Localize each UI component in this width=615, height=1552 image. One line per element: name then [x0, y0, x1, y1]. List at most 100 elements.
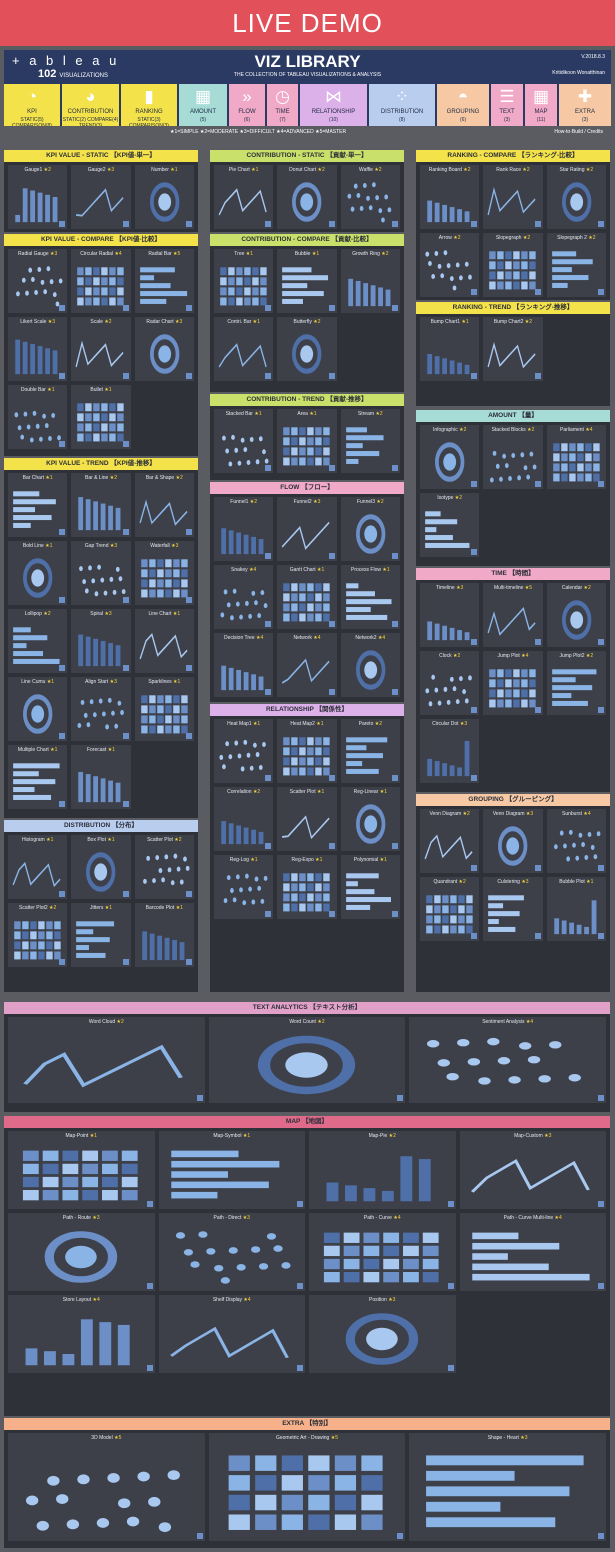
viz-tile[interactable]: Reg-Expo ★1	[277, 855, 337, 919]
viz-tile[interactable]: Jitters ★1	[71, 903, 131, 967]
fullscreen-icon[interactable]	[471, 933, 478, 939]
fullscreen-icon[interactable]	[534, 639, 541, 645]
viz-tile[interactable]: Pareto ★2	[340, 719, 400, 783]
fullscreen-icon[interactable]	[391, 689, 398, 695]
fullscreen-icon[interactable]	[597, 481, 604, 487]
viz-tile[interactable]: Bubble Plot ★1	[546, 877, 606, 941]
fullscreen-icon[interactable]	[328, 221, 335, 227]
fullscreen-icon[interactable]	[328, 911, 335, 917]
fullscreen-icon[interactable]	[471, 481, 478, 487]
viz-tile[interactable]: Stream ★2	[340, 409, 400, 473]
viz-tile[interactable]: Path - Route ★3	[8, 1213, 155, 1291]
viz-tile[interactable]: Word Count ★2	[208, 1017, 406, 1103]
viz-tile[interactable]: Correlation ★2	[214, 787, 274, 851]
viz-tile[interactable]: Bold Line ★1	[8, 541, 68, 605]
fullscreen-icon[interactable]	[391, 621, 398, 627]
category-map[interactable]: ▦ MAP (11)	[525, 84, 557, 126]
viz-tile[interactable]: Star Rating ★2	[546, 165, 606, 229]
fullscreen-icon[interactable]	[122, 891, 129, 897]
viz-tile[interactable]: Radial Gauge ★3	[8, 249, 68, 313]
fullscreen-icon[interactable]	[185, 665, 192, 671]
viz-tile[interactable]: Store Layout ★4	[8, 1295, 155, 1373]
fullscreen-icon[interactable]	[122, 441, 129, 447]
fullscreen-icon[interactable]	[471, 221, 478, 227]
viz-tile[interactable]: Double Bar ★1	[8, 385, 68, 449]
fullscreen-icon[interactable]	[391, 553, 398, 559]
fullscreen-icon[interactable]	[265, 553, 272, 559]
fullscreen-icon[interactable]	[59, 441, 66, 447]
viz-tile[interactable]: Circular Dot ★3	[420, 719, 480, 783]
viz-tile[interactable]: Radar Chart ★3	[134, 317, 194, 381]
fullscreen-icon[interactable]	[59, 373, 66, 379]
fullscreen-icon[interactable]	[328, 843, 335, 849]
fullscreen-icon[interactable]	[122, 597, 129, 603]
fullscreen-icon[interactable]	[265, 373, 272, 379]
fullscreen-icon[interactable]	[265, 305, 272, 311]
viz-tile[interactable]: Line Chart ★1	[134, 609, 194, 673]
fullscreen-icon[interactable]	[397, 1095, 404, 1101]
viz-tile[interactable]: Map-Symbol ★1	[158, 1131, 305, 1209]
viz-tile[interactable]: Scatter Plot2 ★2	[8, 903, 68, 967]
viz-tile[interactable]: Tree ★1	[214, 249, 274, 313]
viz-tile[interactable]: Map-Point ★1	[8, 1131, 155, 1209]
fullscreen-icon[interactable]	[597, 933, 604, 939]
fullscreen-icon[interactable]	[185, 959, 192, 965]
viz-tile[interactable]: Rank Race ★2	[483, 165, 543, 229]
category-grouping[interactable]: ◓ GROUPING (6)	[437, 84, 489, 126]
viz-tile[interactable]: Contri. Bar ★1	[214, 317, 274, 381]
fullscreen-icon[interactable]	[328, 621, 335, 627]
viz-tile[interactable]: Gap Trend ★3	[71, 541, 131, 605]
viz-tile[interactable]: Gauge1 ★2	[8, 165, 68, 229]
fullscreen-icon[interactable]	[597, 289, 604, 295]
viz-tile[interactable]: Funnel2 ★3	[277, 497, 337, 561]
viz-tile[interactable]: Jump Plot ★4	[483, 651, 543, 715]
category-text[interactable]: ☰ TEXT (3)	[491, 84, 523, 126]
fullscreen-icon[interactable]	[328, 689, 335, 695]
viz-tile[interactable]: Sentiment Analysis ★4	[409, 1017, 606, 1103]
fullscreen-icon[interactable]	[597, 1533, 604, 1539]
fullscreen-icon[interactable]	[397, 1533, 404, 1539]
fullscreen-icon[interactable]	[328, 775, 335, 781]
fullscreen-icon[interactable]	[328, 553, 335, 559]
viz-tile[interactable]: Isotype ★2	[420, 493, 480, 557]
fullscreen-icon[interactable]	[265, 775, 272, 781]
fullscreen-icon[interactable]	[534, 289, 541, 295]
fullscreen-icon[interactable]	[59, 733, 66, 739]
viz-tile[interactable]: Bar Chart ★1	[8, 473, 68, 537]
viz-tile[interactable]: Decision Tree ★4	[214, 633, 274, 697]
fullscreen-icon[interactable]	[122, 733, 129, 739]
fullscreen-icon[interactable]	[597, 221, 604, 227]
category-flow[interactable]: » FLOW (6)	[229, 84, 265, 126]
viz-tile[interactable]: Line Cumu ★1	[8, 677, 68, 741]
viz-tile[interactable]: Bump Chart1 ★1	[420, 317, 480, 381]
viz-tile[interactable]: Reg-Linear ★1	[340, 787, 400, 851]
viz-tile[interactable]: Bar & Shape ★2	[134, 473, 194, 537]
fullscreen-icon[interactable]	[122, 801, 129, 807]
fullscreen-icon[interactable]	[59, 959, 66, 965]
fullscreen-icon[interactable]	[59, 665, 66, 671]
viz-tile[interactable]: Reg-Log ★1	[214, 855, 274, 919]
fullscreen-icon[interactable]	[185, 221, 192, 227]
viz-tile[interactable]: Scatter Plot ★2	[134, 835, 194, 899]
viz-tile[interactable]: Process Flow ★1	[340, 565, 400, 629]
viz-tile[interactable]: Bubble ★1	[277, 249, 337, 313]
viz-tile[interactable]: Align Start ★3	[71, 677, 131, 741]
viz-tile[interactable]: Stacked Bar ★1	[214, 409, 274, 473]
fullscreen-icon[interactable]	[471, 373, 478, 379]
viz-tile[interactable]: Histogram ★1	[8, 835, 68, 899]
fullscreen-icon[interactable]	[297, 1365, 303, 1371]
viz-tile[interactable]: Network ★4	[277, 633, 337, 697]
fullscreen-icon[interactable]	[265, 621, 272, 627]
category-relationship[interactable]: ⋈ RELATIONSHIP (10)	[300, 84, 367, 126]
viz-tile[interactable]: Network2 ★4	[340, 633, 400, 697]
viz-tile[interactable]: Sparklines ★1	[134, 677, 194, 741]
viz-tile[interactable]: Venn Diagram ★3	[483, 809, 543, 873]
viz-tile[interactable]: Radial Bar ★5	[134, 249, 194, 313]
viz-tile[interactable]: Path - Curve Multi-line ★4	[459, 1213, 606, 1291]
viz-tile[interactable]: Timeline ★3	[420, 583, 480, 647]
viz-tile[interactable]: Map-Custom ★3	[459, 1131, 606, 1209]
viz-tile[interactable]: Heat Map1 ★1	[214, 719, 274, 783]
viz-tile[interactable]: Ranking Board ★2	[420, 165, 480, 229]
fullscreen-icon[interactable]	[598, 1201, 604, 1207]
fullscreen-icon[interactable]	[471, 775, 478, 781]
